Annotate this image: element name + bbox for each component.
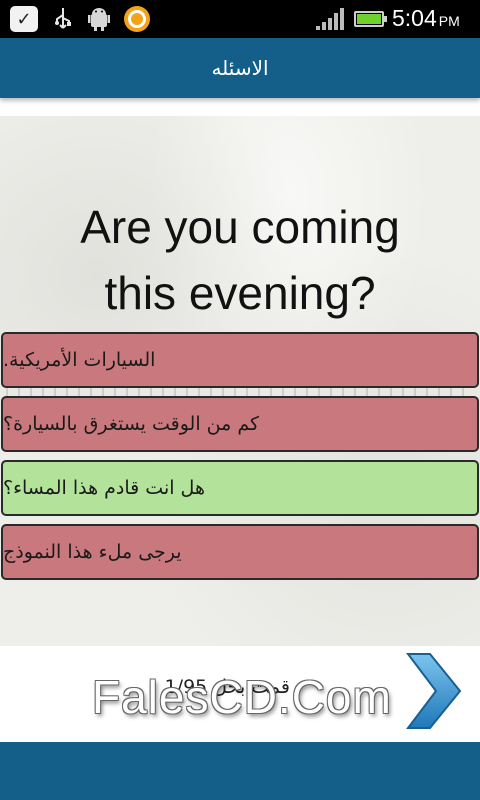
answer-option-3[interactable]: هل انت قادم هذا المساء؟ bbox=[1, 460, 479, 516]
bottom-bar bbox=[0, 742, 480, 800]
battery-icon bbox=[354, 11, 387, 27]
next-button[interactable] bbox=[404, 652, 462, 730]
android-debug-icon bbox=[86, 6, 112, 32]
question-text: Are you coming this evening? bbox=[10, 194, 470, 326]
answer-option-4[interactable]: يرجى ملء هذا النموذج bbox=[1, 524, 479, 580]
signal-icon bbox=[314, 6, 348, 32]
usb-icon bbox=[52, 6, 74, 32]
page-title: الاسئله bbox=[211, 56, 269, 80]
title-bar: الاسئله bbox=[0, 38, 480, 98]
question-line-1: Are you coming bbox=[80, 201, 400, 253]
app-notification-icon bbox=[124, 6, 150, 32]
answer-option-1[interactable]: السيارات الأمريكية. bbox=[1, 332, 479, 388]
chevron-right-icon bbox=[405, 653, 462, 729]
answer-label: هل انت قادم هذا المساء؟ bbox=[3, 477, 205, 499]
answer-label: السيارات الأمريكية. bbox=[3, 349, 156, 371]
check-icon: ✓ bbox=[10, 6, 38, 32]
clock: 5:04 PM bbox=[392, 5, 460, 31]
answer-label: كم من الوقت يستغرق بالسيارة؟ bbox=[3, 413, 260, 435]
question-line-2: this evening? bbox=[104, 267, 376, 319]
status-bar: ✓ 5:04 PM bbox=[0, 0, 480, 38]
answer-label: يرجى ملء هذا النموذج bbox=[3, 541, 182, 563]
answer-option-2[interactable]: كم من الوقت يستغرق بالسيارة؟ bbox=[1, 396, 479, 452]
watermark: FalesCD.Com bbox=[92, 671, 392, 723]
